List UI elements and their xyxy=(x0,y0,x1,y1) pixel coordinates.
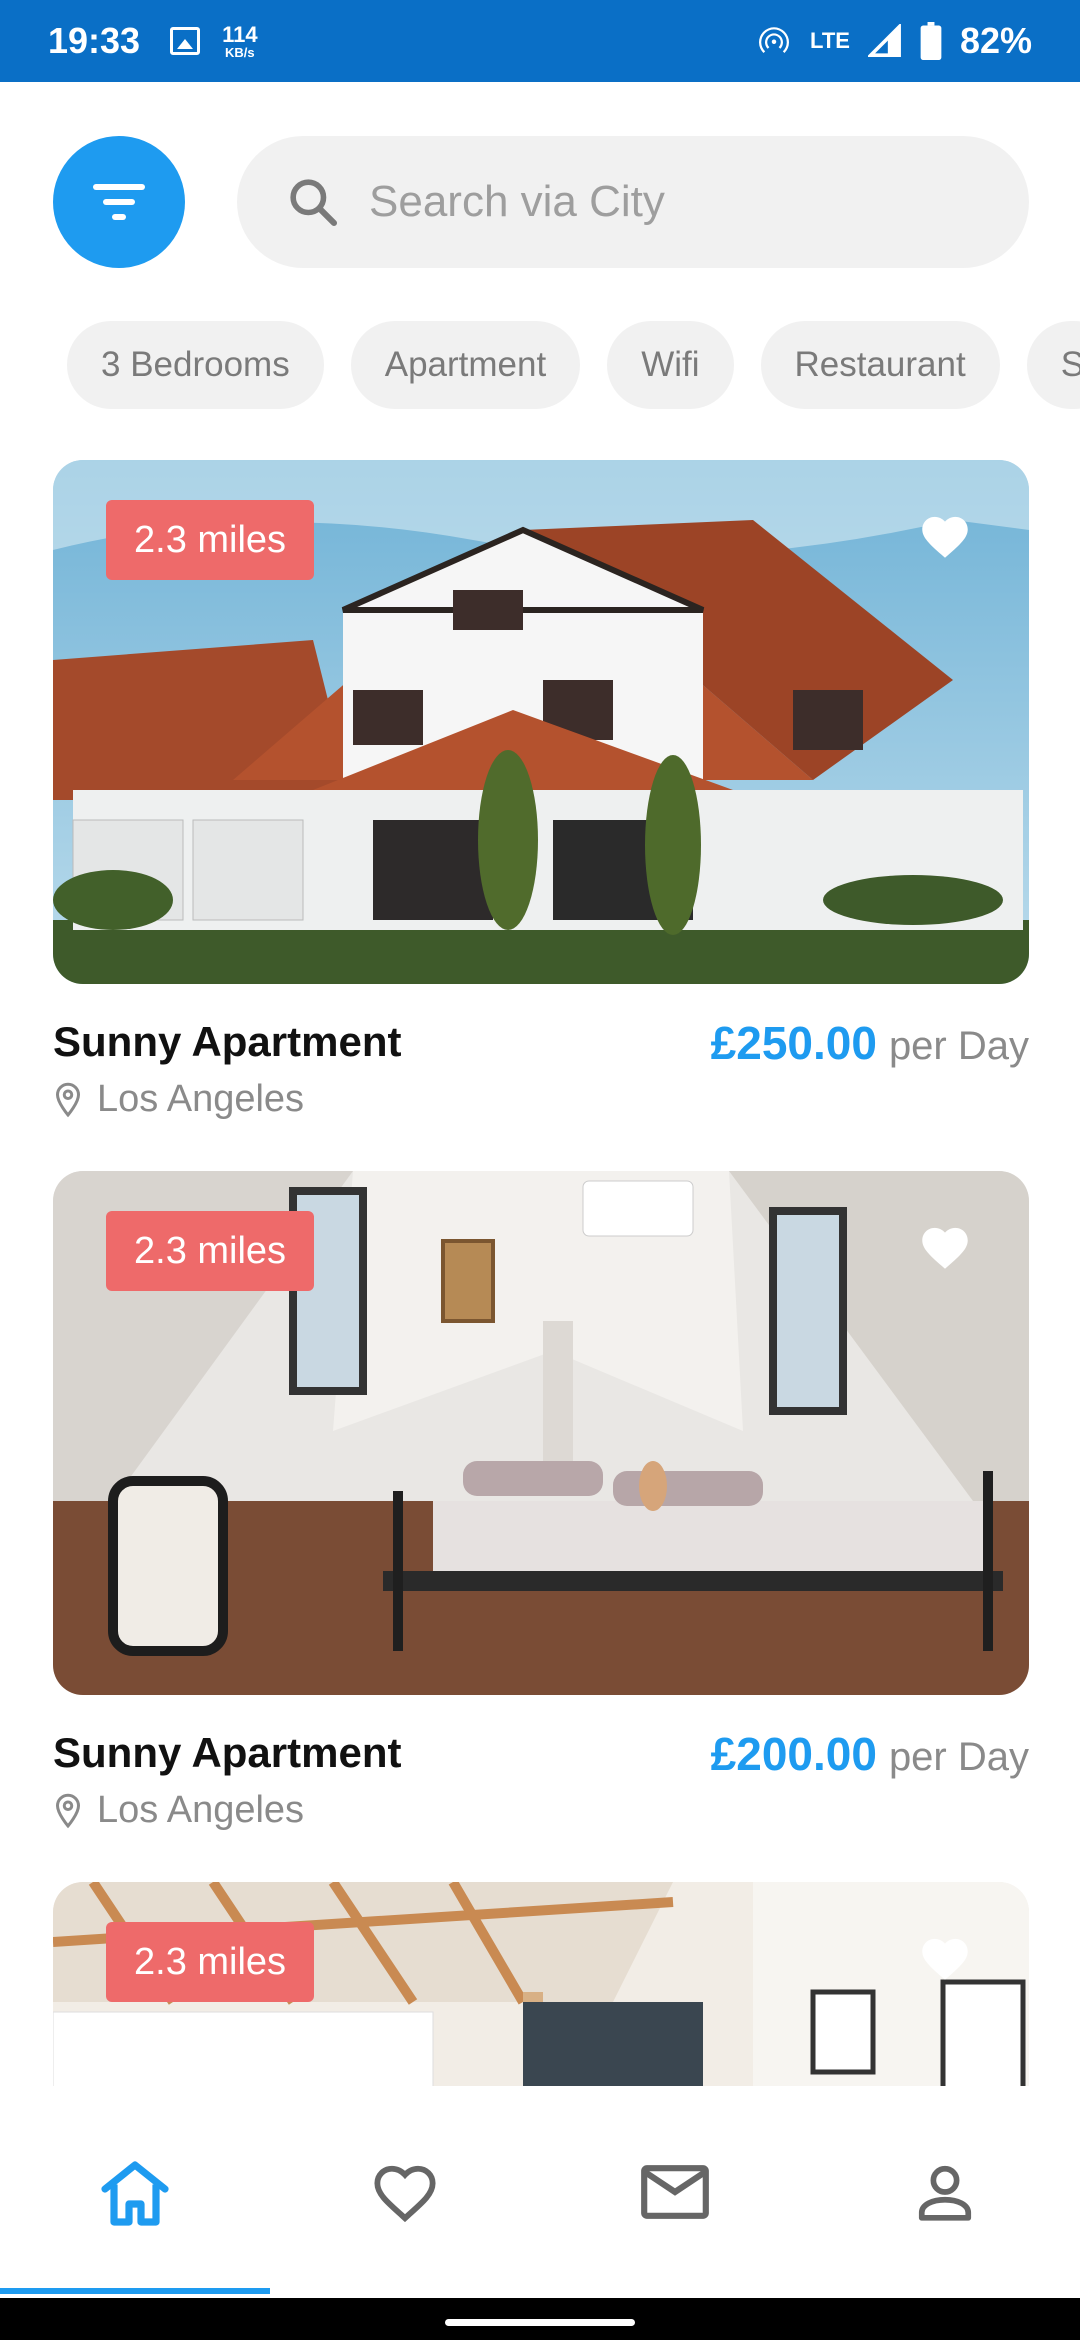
listing-price: £200.00 per Day xyxy=(711,1727,1029,1781)
nav-messages[interactable] xyxy=(540,2086,810,2298)
listing-photo[interactable]: 2.3 miles xyxy=(53,1171,1029,1695)
listing-location: Los Angeles xyxy=(53,1078,304,1121)
distance-badge: 2.3 miles xyxy=(106,500,315,580)
price-value: £250.00 xyxy=(710,1017,877,1069)
search-icon xyxy=(290,179,338,227)
network-type: LTE xyxy=(810,28,850,53)
search-bar[interactable] xyxy=(237,136,1029,268)
network-speed-unit: KB/s xyxy=(225,44,255,60)
listing-title: Sunny Apartment xyxy=(53,1018,402,1065)
distance-badge: 2.3 miles xyxy=(106,1211,315,1291)
distance-badge: 2.3 miles xyxy=(106,1922,315,2002)
favorite-heart-icon[interactable] xyxy=(917,510,973,560)
filter-chips: 3 Bedrooms Apartment Wifi Restaurant S xyxy=(67,321,1080,409)
battery-icon xyxy=(920,22,942,60)
home-icon xyxy=(101,2161,169,2226)
listing-card[interactable]: 2.3 miles Sunny Apartment £200.00 per Da… xyxy=(53,1171,1029,1831)
listing-price: £250.00 per Day xyxy=(711,1016,1029,1070)
heart-icon xyxy=(374,2165,436,2223)
location-text: Los Angeles xyxy=(97,1789,305,1831)
filter-button[interactable] xyxy=(53,136,185,268)
chip-wifi[interactable]: Wifi xyxy=(607,321,734,409)
chip-apartment[interactable]: Apartment xyxy=(350,321,581,409)
listing-location: Los Angeles xyxy=(53,1789,304,1832)
listing-photo[interactable]: 2.3 miles xyxy=(53,1882,1029,2086)
search-input[interactable] xyxy=(369,177,969,227)
battery-level: 82% xyxy=(959,20,1032,61)
nav-home[interactable] xyxy=(0,2086,270,2298)
location-text: Los Angeles xyxy=(97,1078,305,1120)
nav-profile[interactable] xyxy=(810,2086,1080,2298)
price-unit: per Day xyxy=(888,1735,1029,1779)
listing-card[interactable]: 2.3 miles Sunny Apartment £250.00 per Da… xyxy=(53,460,1029,1120)
status-icons: LTE 82% xyxy=(756,20,1032,62)
price-value: £200.00 xyxy=(710,1728,877,1780)
mail-icon xyxy=(641,2165,709,2219)
network-speed: 114 KB/s xyxy=(222,21,258,60)
favorite-heart-icon[interactable] xyxy=(917,1221,973,1271)
app-screen: 19:33 114 KB/s LTE 82% 3 Bedrooms Apartm… xyxy=(0,0,1080,2340)
active-tab-indicator xyxy=(0,2288,270,2294)
gallery-icon xyxy=(170,27,201,55)
network-speed-value: 114 xyxy=(222,21,258,47)
listing-card[interactable]: 2.3 miles xyxy=(53,1882,1029,2086)
status-bar: 19:33 114 KB/s LTE 82% xyxy=(0,0,1080,82)
hotspot-icon xyxy=(759,27,790,53)
location-pin-icon xyxy=(55,1082,81,1117)
listing-title: Sunny Apartment xyxy=(53,1729,402,1776)
chip-partial[interactable]: S xyxy=(1026,321,1080,409)
signal-icon xyxy=(867,24,901,57)
favorite-heart-icon[interactable] xyxy=(917,1932,973,1982)
chip-3-bedrooms[interactable]: 3 Bedrooms xyxy=(67,321,324,409)
bottom-navigation xyxy=(0,2086,1080,2298)
person-icon xyxy=(918,2165,972,2221)
listing-photo[interactable]: 2.3 miles xyxy=(53,460,1029,984)
filter-icon xyxy=(93,184,145,220)
status-time: 19:33 xyxy=(48,20,141,61)
nav-favorites[interactable] xyxy=(270,2086,540,2298)
home-gesture-bar[interactable] xyxy=(445,2319,635,2326)
price-unit: per Day xyxy=(888,1024,1029,1068)
chip-restaurant[interactable]: Restaurant xyxy=(760,321,1000,409)
location-pin-icon xyxy=(55,1793,81,1828)
